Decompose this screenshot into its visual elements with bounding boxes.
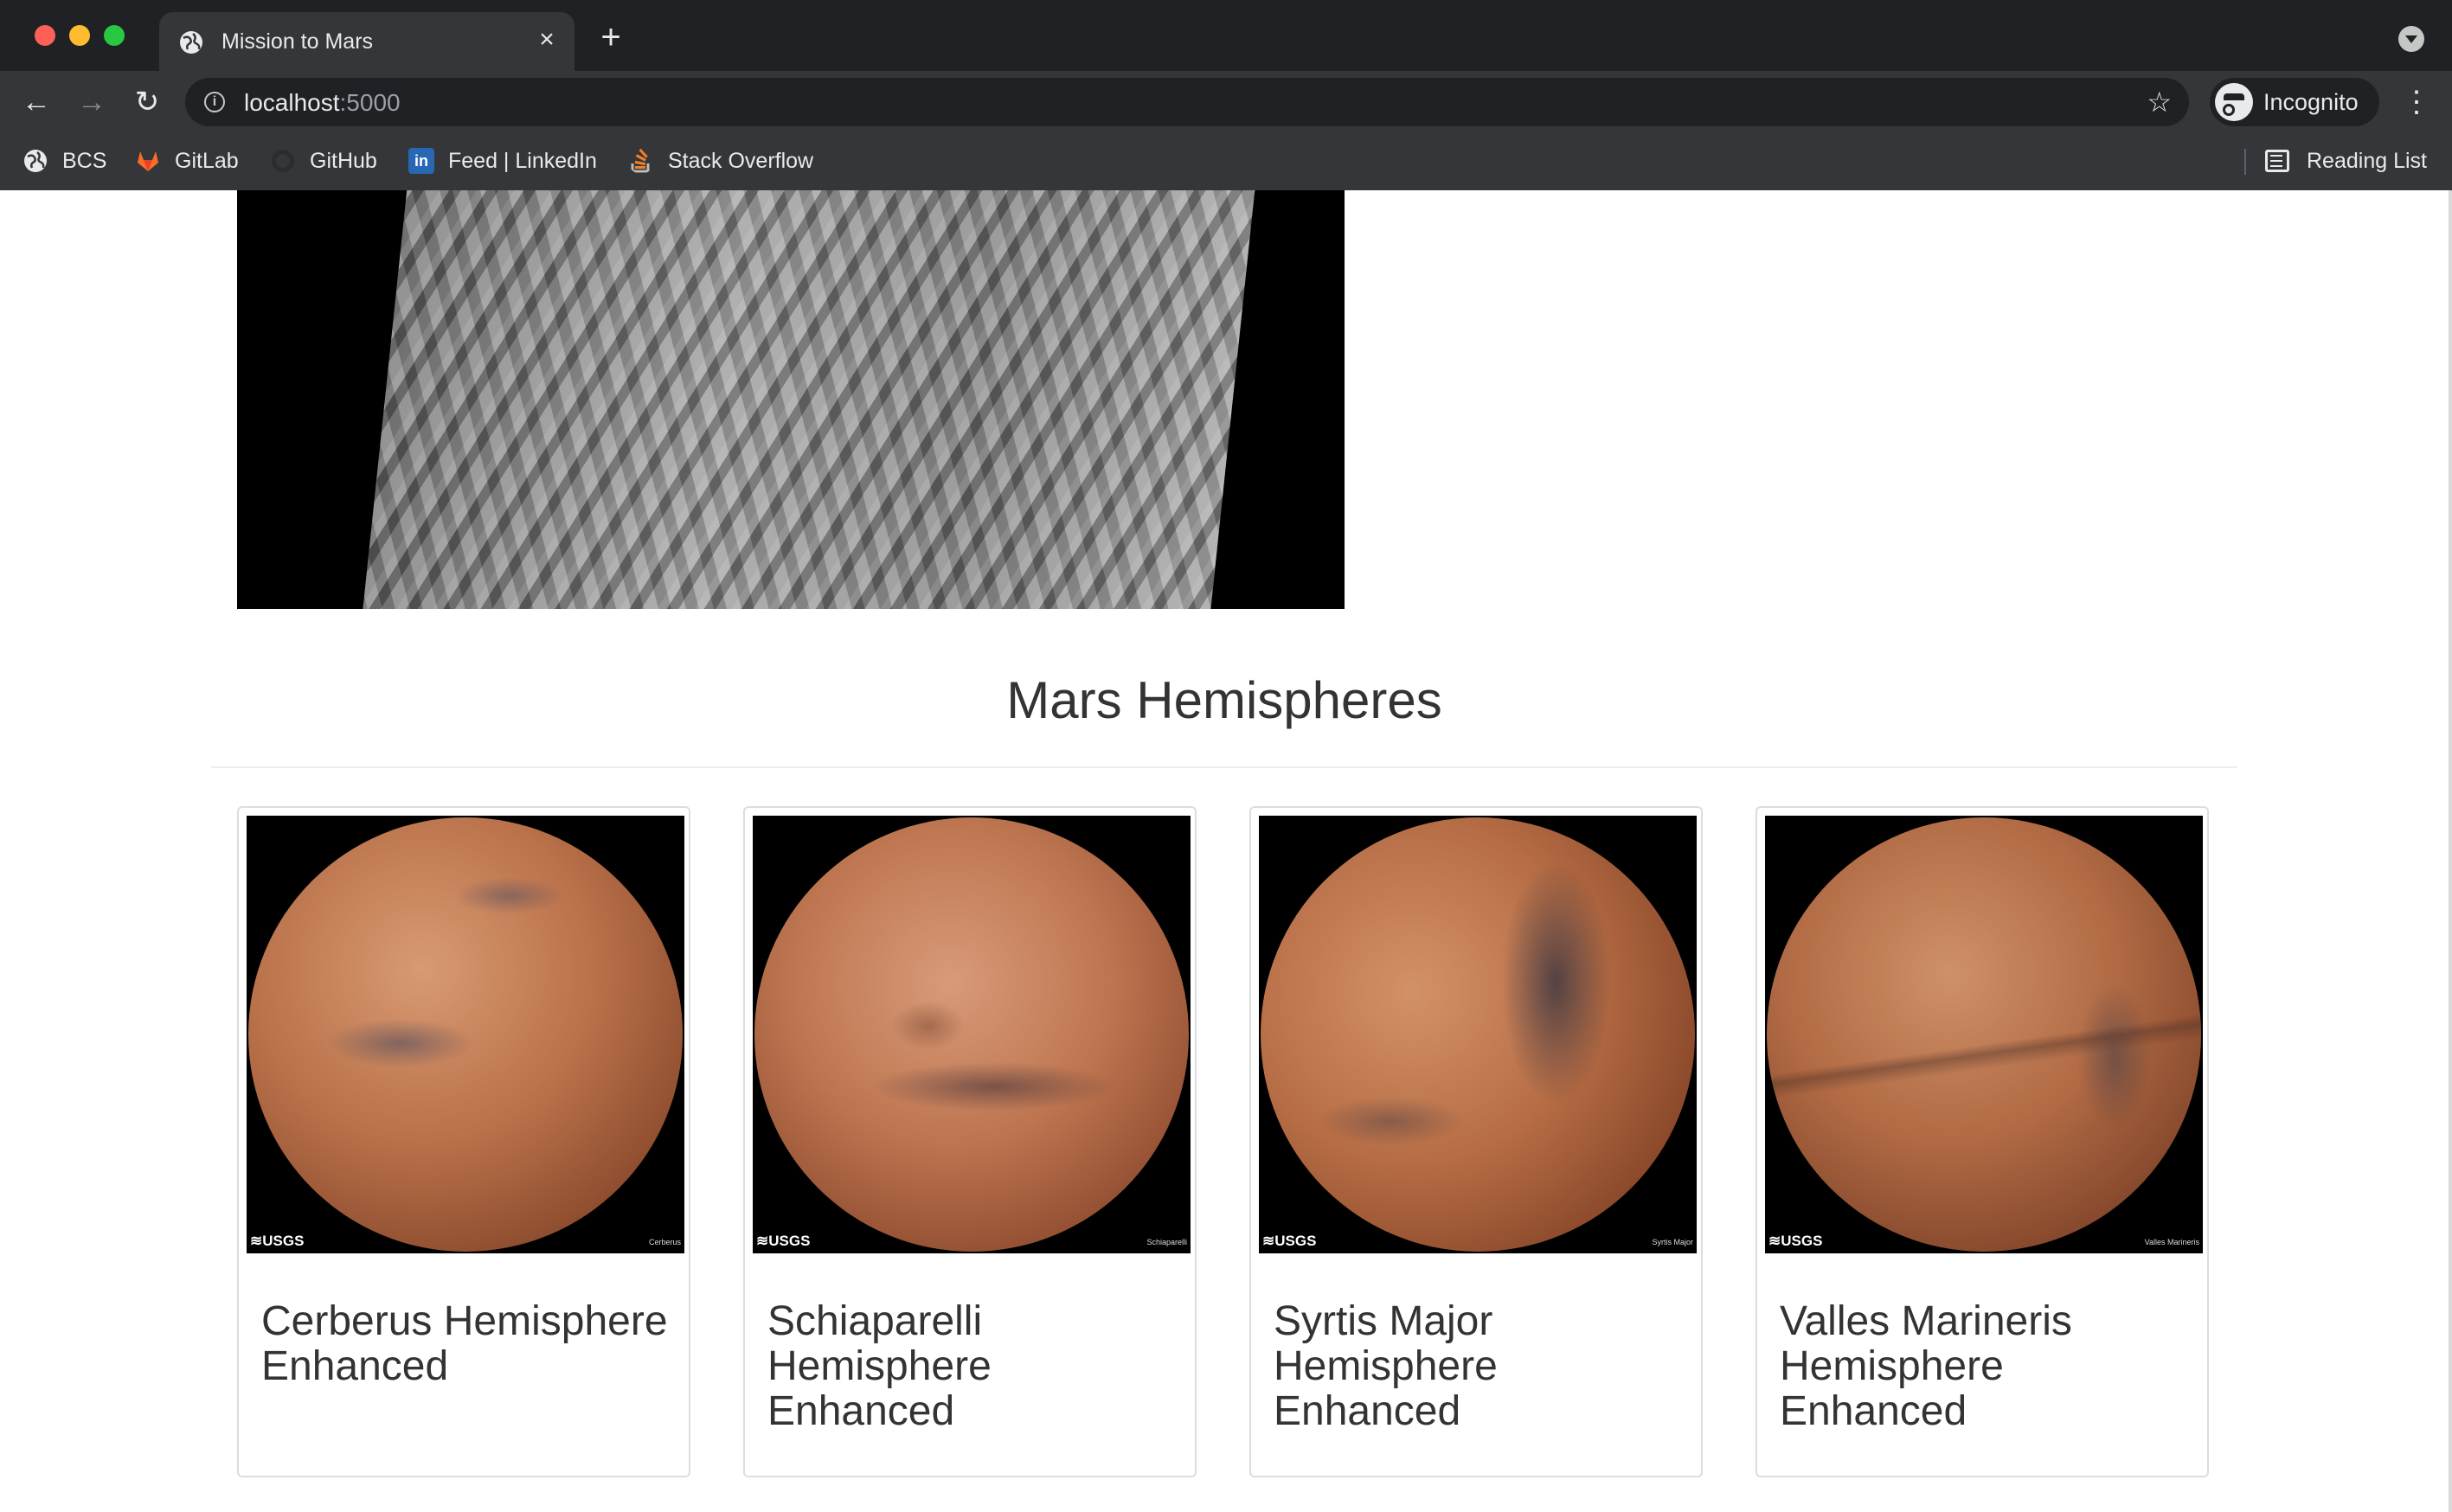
hemisphere-image[interactable]: ≋USGS Cerberus (247, 816, 684, 1253)
surface-features (754, 817, 1189, 1252)
incognito-label: Incognito (2263, 89, 2359, 115)
close-tab-icon[interactable]: × (533, 26, 561, 54)
hemisphere-card[interactable]: ≋USGS Cerberus Cerberus Hemisphere Enhan… (237, 806, 690, 1477)
address-bar[interactable]: i localhost:5000 ☆ (185, 78, 2189, 126)
dunes-terrain (360, 190, 1256, 609)
surface-features (248, 817, 683, 1252)
hemisphere-card[interactable]: ≋USGS Valles Marineris Valles Marineris … (1756, 806, 2209, 1477)
new-tab-button[interactable]: + (595, 20, 626, 54)
hemisphere-title[interactable]: Valles Marineris Hemisphere Enhanced (1780, 1299, 2186, 1434)
hemisphere-title[interactable]: Syrtis Major Hemisphere Enhanced (1274, 1299, 1680, 1434)
hemisphere-title[interactable]: Cerberus Hemisphere Enhanced (261, 1299, 668, 1389)
stackoverflow-icon (631, 148, 650, 173)
hemisphere-image[interactable]: ≋USGS Schiaparelli (753, 816, 1191, 1253)
usgs-logo: ≋USGS (250, 1233, 305, 1249)
tab-mission-to-mars[interactable]: Mission to Mars × (159, 12, 574, 71)
tab-search-button[interactable] (2398, 26, 2424, 52)
github-icon (272, 150, 294, 172)
reading-list-button[interactable]: Reading List (2265, 145, 2427, 176)
bookmark-linkedin[interactable]: in Feed | LinkedIn (408, 145, 597, 176)
tab-title: Mission to Mars (221, 29, 374, 54)
bookmark-bcs[interactable]: BCS (22, 145, 106, 176)
bookmarks-separator (2244, 149, 2246, 175)
image-caption: Schiaparelli (1146, 1238, 1187, 1246)
usgs-logo: ≋USGS (756, 1233, 811, 1249)
incognito-icon (2215, 83, 2253, 121)
hemisphere-image[interactable]: ≋USGS Valles Marineris (1765, 816, 2203, 1253)
close-window-button[interactable] (35, 25, 55, 46)
back-button[interactable]: ← (19, 85, 54, 119)
hemisphere-image[interactable]: ≋USGS Syrtis Major (1259, 816, 1697, 1253)
usgs-logo: ≋USGS (1768, 1233, 1823, 1249)
scrollbar[interactable] (2449, 190, 2452, 1512)
minimize-window-button[interactable] (69, 25, 90, 46)
maximize-window-button[interactable] (104, 25, 125, 46)
hemisphere-card[interactable]: ≋USGS Schiaparelli Schiaparelli Hemisphe… (743, 806, 1197, 1477)
reload-button[interactable]: ↻ (130, 85, 164, 119)
page-content: Mars Hemispheres ≋USGS Cerberus Cerberus… (0, 190, 2449, 1512)
incognito-profile-button[interactable]: Incognito (2210, 78, 2379, 126)
image-caption: Valles Marineris (2144, 1238, 2199, 1246)
bookmark-github[interactable]: GitHub (270, 145, 377, 176)
forward-button[interactable]: → (74, 85, 109, 119)
bookmark-stack-overflow[interactable]: Stack Overflow (628, 145, 813, 176)
info-icon[interactable]: i (204, 92, 225, 112)
tab-strip: Mission to Mars × + (0, 0, 2452, 71)
usgs-logo: ≋USGS (1262, 1233, 1317, 1249)
surface-features (1261, 817, 1695, 1252)
surface-features (1767, 817, 2201, 1252)
image-caption: Cerberus (648, 1238, 681, 1246)
toolbar: ← → ↻ i localhost:5000 ☆ Incognito ⋮ (0, 71, 2452, 133)
url-text[interactable]: localhost:5000 (244, 89, 401, 117)
hemisphere-card[interactable]: ≋USGS Syrtis Major Syrtis Major Hemisphe… (1249, 806, 1703, 1477)
globe-icon (24, 150, 47, 172)
globe-icon (180, 31, 202, 54)
linkedin-icon: in (408, 148, 434, 174)
gitlab-icon (138, 151, 158, 171)
browser-window: Mission to Mars × + ← → ↻ i localhost:50… (0, 0, 2452, 1512)
reading-list-icon (2265, 150, 2289, 172)
bookmark-gitlab[interactable]: GitLab (135, 145, 239, 176)
hemispheres-heading: Mars Hemispheres (1006, 671, 1442, 729)
featured-mars-image[interactable] (237, 190, 1345, 609)
divider (211, 766, 2237, 768)
image-caption: Syrtis Major (1652, 1238, 1693, 1246)
hemisphere-title[interactable]: Schiaparelli Hemisphere Enhanced (767, 1299, 1174, 1434)
bookmark-star-icon[interactable]: ☆ (2147, 86, 2172, 118)
bookmarks-bar: BCS GitLab GitHub in Feed | LinkedIn Sta… (0, 133, 2452, 190)
browser-menu-icon[interactable]: ⋮ (2402, 85, 2431, 119)
